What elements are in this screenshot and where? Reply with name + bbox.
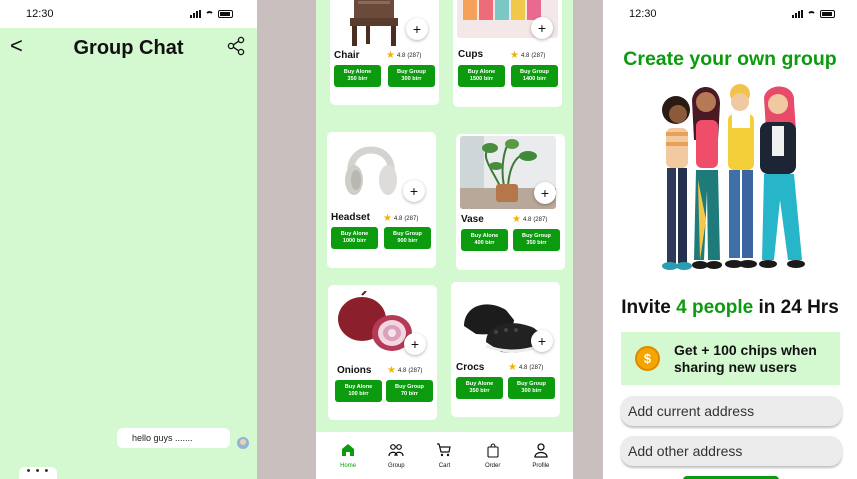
star-icon: ★ [387,365,396,376]
add-onions-button[interactable]: + [404,333,426,355]
group-of-friends-illustration [662,84,805,270]
current-address-input[interactable]: Add current address [621,396,842,426]
chips-reward-banner: $ Get + 100 chips when sharing new users [621,332,840,385]
product-rating: ★ 4.8 (287) [383,213,419,224]
typing-indicator: • • • [19,466,57,479]
wifi-icon [205,10,214,18]
share-icon[interactable] [227,36,245,56]
product-name: Crocs [456,362,485,373]
product-rating: ★ 4.8 (287) [510,50,546,61]
product-name: Onions [337,365,372,376]
star-icon: ★ [386,50,395,61]
star-icon: ★ [508,362,517,373]
buy-group-button[interactable]: Buy Group 300 birr [388,65,435,87]
page-title: Create your own group [623,48,837,70]
avatar [237,437,249,449]
product-rating: ★ 4.8 (287) [508,362,544,373]
back-icon[interactable]: < [10,33,23,59]
buy-alone-button[interactable]: Buy Alone 350 birr [334,65,381,87]
product-card-crocs[interactable]: + Crocs ★ 4.8 (287) Buy Alone 350 birr Buy… [451,282,560,417]
buy-group-button[interactable]: Buy Group 70 birr [386,380,433,402]
product-card-chair[interactable]: + Chair ★ 4.8 (287) Buy Alone 350 birr Buy… [330,0,439,105]
product-card-cups[interactable]: + Cups ★ 4.8 (287) Buy Alone 1500 birr Buy… [453,0,562,107]
nav-home-label: Home [340,463,357,469]
message-bubble: hello guys ....... [117,428,230,448]
signal-icon [190,10,201,18]
buy-group-button[interactable]: Buy Group 300 birr [508,377,555,399]
other-address-input[interactable]: Add other address [621,436,842,466]
headset-image [341,134,401,200]
signal-icon [792,10,803,18]
battery-icon [218,10,233,18]
home-icon [342,444,355,456]
nav-home[interactable]: Home [328,442,368,469]
chair-image [344,0,404,46]
buy-alone-button[interactable]: Buy Alone 100 birr [335,380,382,402]
product-rating: ★ 4.8 (287) [512,214,548,225]
page-title: Group Chat [73,36,184,59]
group-icon [388,444,404,457]
buy-alone-button[interactable]: Buy Alone 400 birr [461,229,508,251]
bottom-nav: Home Group Cart Order Profile [316,432,573,479]
add-headset-button[interactable]: + [403,180,425,202]
nav-group[interactable]: Group [376,442,416,469]
chat-header: < Group Chat [0,28,257,68]
wifi-icon [807,10,816,18]
buy-group-button[interactable]: Buy Group 1400 birr [511,65,558,87]
bag-icon [487,443,499,458]
nav-cart[interactable]: Cart [424,442,464,469]
product-card-onions[interactable]: + Onions ★ 4.8 (287) Buy Alone 100 birr Bu… [328,285,437,420]
status-bar: 12:30 [603,0,857,28]
add-crocs-button[interactable]: + [531,330,553,352]
status-icons [792,10,835,18]
product-rating: ★ 4.8 (287) [387,365,423,376]
nav-profile[interactable]: Profile [521,442,561,469]
product-card-vase[interactable]: + Vase ★ 4.8 (287) Buy Alone 400 birr Buy … [456,134,565,270]
battery-icon [820,10,835,18]
product-rating: ★ 4.8 (287) [386,50,422,61]
product-list-screen: + Chair ★ 4.8 (287) Buy Alone 350 birr Buy… [316,0,573,479]
star-icon: ★ [383,213,392,224]
add-vase-button[interactable]: + [534,182,556,204]
nav-order[interactable]: Order [473,442,513,469]
buy-alone-button[interactable]: Buy Alone 350 birr [456,377,503,399]
product-card-headset[interactable]: + Headset ★ 4.8 (287) Buy Alone 1000 birr … [327,132,436,268]
star-icon: ★ [510,50,519,61]
status-time: 12:30 [629,8,657,20]
user-icon [534,443,548,458]
status-icons [190,10,233,18]
chips-reward-text: Get + 100 chips when sharing new users [674,341,817,375]
buy-group-button[interactable]: Buy Group 900 birr [384,227,431,249]
nav-group-label: Group [387,463,405,469]
product-name: Cups [458,49,483,60]
product-name: Chair [334,50,360,61]
create-group-screen: 12:30 Create your own group Invite 4 peo… [603,0,857,479]
buy-alone-button[interactable]: Buy Alone 1500 birr [458,65,505,87]
buy-group-button[interactable]: Buy Group 350 birr [513,229,560,251]
product-name: Vase [461,214,484,225]
add-cups-button[interactable]: + [531,17,553,39]
product-name: Headset [331,212,370,223]
add-chair-button[interactable]: + [406,18,428,40]
coin-icon: $ [635,346,660,371]
invite-heading: Invite 4 people in 24 Hrs [621,297,839,318]
status-bar: 12:30 [0,0,257,28]
star-icon: ★ [512,214,521,225]
buy-alone-button[interactable]: Buy Alone 1000 birr [331,227,378,249]
nav-profile-label: Profile [532,463,550,469]
status-time: 12:30 [26,8,54,20]
nav-cart-label: Cart [438,463,451,469]
cart-icon [437,443,452,457]
nav-order-label: Order [484,463,501,469]
group-chat-screen: 12:30 < Group Chat hello guys ....... • … [0,0,257,479]
